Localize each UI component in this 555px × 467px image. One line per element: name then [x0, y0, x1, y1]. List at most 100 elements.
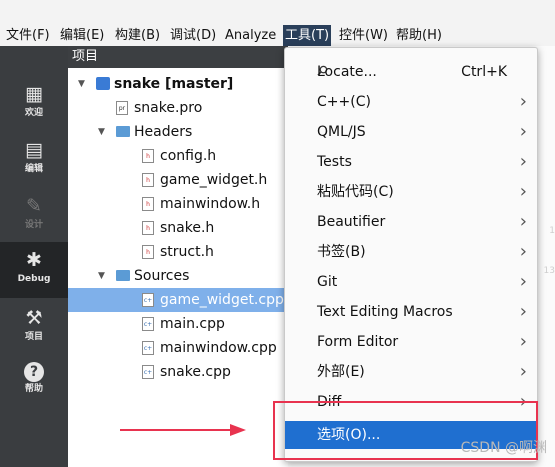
h-file-icon: h: [142, 149, 154, 163]
annotation-arrow: [120, 424, 246, 436]
tree-item-label: snake.cpp: [160, 364, 231, 380]
mode-label: Debug: [17, 274, 51, 284]
tools-menu-c[interactable]: 粘贴代码(C) ›: [285, 178, 537, 206]
expand-arrow-icon[interactable]: ▼: [78, 72, 85, 96]
editor-line-fragment: 13: [543, 266, 555, 276]
editor-line-fragment: 1: [549, 226, 555, 236]
tree-item-label: mainwindow.cpp: [160, 340, 277, 356]
mode-label: 编辑: [24, 164, 43, 174]
tools-menu-qml-js[interactable]: QML/JS ›: [285, 118, 537, 146]
mode-help[interactable]: ? 帮助: [0, 356, 68, 412]
tools-menu-e[interactable]: 外部(E) ›: [285, 358, 537, 386]
h-file-icon: h: [142, 173, 154, 187]
menu-item-label: 外部(E): [317, 364, 365, 380]
pen-icon: ✎: [26, 195, 42, 217]
mode-pen[interactable]: ✎ 设计: [0, 188, 68, 244]
tree-item-label: Headers: [134, 124, 193, 140]
tree-item-label: game_widget.h: [160, 172, 268, 188]
tools-menu-tests[interactable]: Tests ›: [285, 148, 537, 176]
folder-icon: [116, 270, 130, 281]
menu-item-label: Tests: [317, 154, 352, 170]
chevron-right-icon: ›: [519, 121, 527, 142]
watermark: CSDN @啊渊: [460, 440, 547, 456]
expand-arrow-icon[interactable]: ▼: [98, 120, 105, 144]
project-panel-title: 项目: [72, 49, 99, 64]
menu-bar: 文件(F) 编辑(E) 构建(B) 调试(D) Analyze 工具(T) 控件(W) 帮助(…: [0, 0, 555, 46]
h-file-icon: h: [142, 197, 154, 211]
mode-wrench[interactable]: ⚒ 项目: [0, 300, 68, 356]
tree-item[interactable]: c+ snake.cpp: [68, 360, 288, 384]
project-panel-header: 项目: [68, 46, 288, 68]
tools-menu-form-editor[interactable]: Form Editor ›: [285, 328, 537, 356]
grid-icon: ▦: [25, 83, 43, 105]
mode-bug[interactable]: ✱ Debug: [0, 242, 68, 298]
tree-item[interactable]: h game_widget.h: [68, 168, 288, 192]
menu-item-label: Locate...: [317, 64, 377, 80]
menu-help[interactable]: 帮助(H): [394, 25, 444, 46]
cpp-file-icon: c+: [142, 365, 154, 379]
mode-edit[interactable]: ▤ 编辑: [0, 132, 68, 188]
pro-file-icon: pr: [116, 101, 128, 115]
mode-sidebar: ▦ 欢迎 ▤ 编辑 ✎ 设计 ✱ Debug ⚒ 项目 ? 帮助: [0, 46, 68, 467]
tree-item[interactable]: c+ mainwindow.cpp: [68, 336, 288, 360]
h-file-icon: h: [142, 245, 154, 259]
mode-grid[interactable]: ▦ 欢迎: [0, 76, 68, 132]
bug-icon: ✱: [26, 249, 42, 271]
tree-item[interactable]: h snake.h: [68, 216, 288, 240]
tree-item-label: Sources: [134, 268, 190, 284]
menu-item-label: Beautifier: [317, 214, 386, 230]
chevron-right-icon: ›: [519, 271, 527, 292]
menu-item-label: Text Editing Macros: [317, 304, 453, 320]
tree-item-label: main.cpp: [160, 316, 225, 332]
tree-item-label: snake.pro: [134, 100, 203, 116]
menu-item-label: QML/JS: [317, 124, 366, 140]
project-tree: ▼ snake [master] pr snake.pro ▼ Headers h confi…: [68, 68, 288, 467]
chevron-right-icon: ›: [519, 361, 527, 382]
tree-item[interactable]: h config.h: [68, 144, 288, 168]
menu-analyze[interactable]: Analyze: [223, 25, 278, 46]
tree-item[interactable]: c+ main.cpp: [68, 312, 288, 336]
chevron-right-icon: ›: [519, 151, 527, 172]
tree-item-label: snake.h: [160, 220, 215, 236]
tree-item[interactable]: h mainwindow.h: [68, 192, 288, 216]
h-file-icon: h: [142, 221, 154, 235]
wrench-icon: ⚒: [25, 307, 43, 329]
tools-menu-locate[interactable]: Locate... Ctrl+K: [285, 58, 537, 86]
menu-file[interactable]: 文件(F): [4, 25, 52, 46]
chevron-right-icon: ›: [519, 301, 527, 322]
tree-item[interactable]: h struct.h: [68, 240, 288, 264]
help-icon: ?: [24, 362, 44, 382]
tree-item[interactable]: ▼ Headers: [68, 120, 288, 144]
menu-item-label: 书签(B): [317, 244, 366, 260]
menu-item-shortcut: Ctrl+K: [461, 64, 507, 80]
menu-item-label: Git: [317, 274, 338, 290]
tree-item[interactable]: pr snake.pro: [68, 96, 288, 120]
folder-icon: [116, 126, 130, 137]
tools-dropdown-menu: Locate... Ctrl+K C++(C) › QML/JS › Tests › 粘贴代码(…: [284, 47, 538, 462]
menu-item-label: C++(C): [317, 94, 371, 110]
menu-widgets[interactable]: 控件(W): [337, 25, 390, 46]
tools-menu-c-c[interactable]: C++(C) ›: [285, 88, 537, 116]
menu-tools[interactable]: 工具(T): [283, 25, 332, 46]
cpp-file-icon: c+: [142, 317, 154, 331]
tree-item[interactable]: ▼ Sources: [68, 264, 288, 288]
chevron-right-icon: ›: [519, 331, 527, 352]
tools-menu-git[interactable]: Git ›: [285, 268, 537, 296]
mode-label: 欢迎: [24, 108, 43, 118]
menu-item-label: Form Editor: [317, 334, 399, 350]
tools-menu-text-editing-macros[interactable]: Text Editing Macros ›: [285, 298, 537, 326]
tree-item-label: mainwindow.h: [160, 196, 261, 212]
mode-label: 项目: [24, 332, 43, 342]
tree-item-label: struct.h: [160, 244, 214, 260]
tree-item-label: game_widget.cpp: [160, 292, 284, 308]
menu-build[interactable]: 构建(B): [113, 25, 162, 46]
expand-arrow-icon[interactable]: ▼: [98, 264, 105, 288]
tree-item[interactable]: c+ game_widget.cpp: [68, 288, 288, 312]
menu-debug[interactable]: 调试(D): [168, 25, 218, 46]
chevron-right-icon: ›: [519, 211, 527, 232]
chevron-right-icon: ›: [519, 241, 527, 262]
tools-menu-b[interactable]: 书签(B) ›: [285, 238, 537, 266]
tools-menu-beautifier[interactable]: Beautifier ›: [285, 208, 537, 236]
menu-edit[interactable]: 编辑(E): [58, 25, 106, 46]
tree-item[interactable]: ▼ snake [master]: [68, 72, 288, 96]
